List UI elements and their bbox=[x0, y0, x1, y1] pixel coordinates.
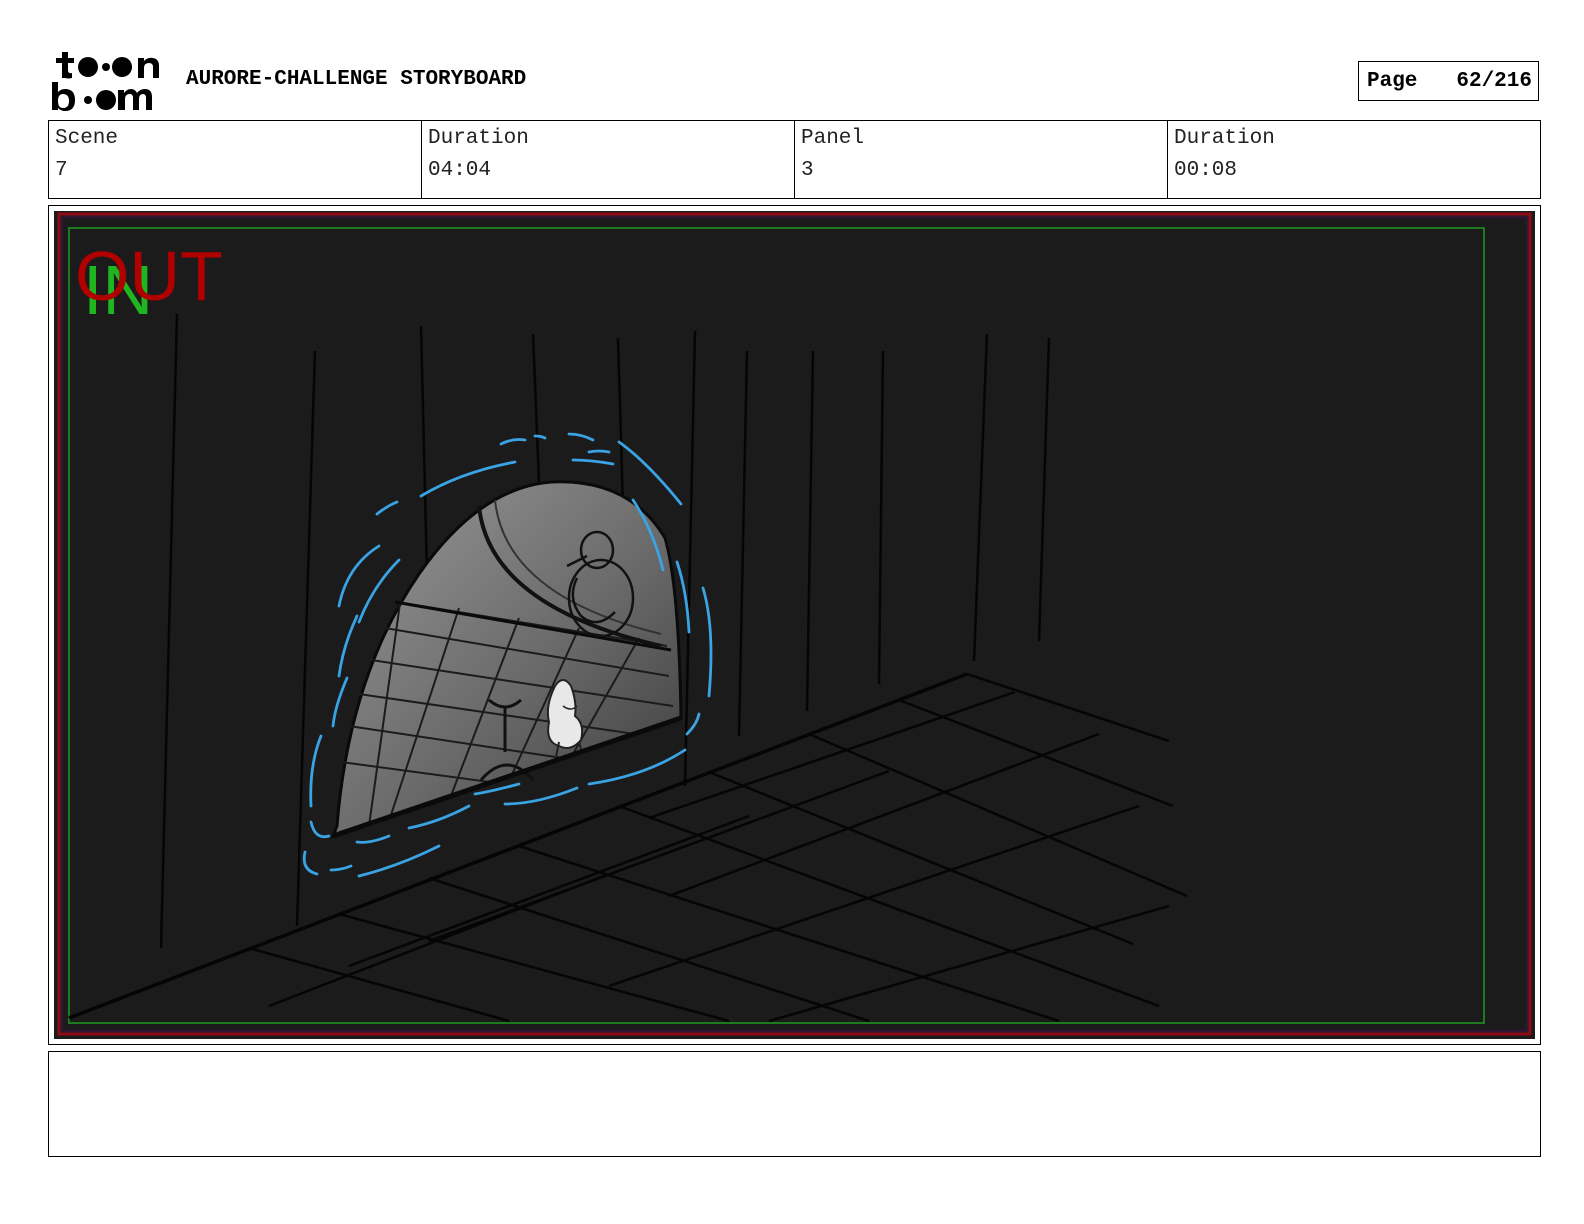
panel-value: 3 bbox=[801, 159, 814, 182]
page-indicator: Page 62/216 bbox=[1358, 61, 1539, 101]
page-number: 62/216 bbox=[1456, 69, 1532, 93]
panel-drawing: IN OUT bbox=[54, 211, 1535, 1039]
panel-duration-label: Duration bbox=[1174, 127, 1275, 150]
storyboard-panel: IN OUT bbox=[48, 205, 1541, 1045]
panel-duration-value: 00:08 bbox=[1174, 159, 1238, 182]
panel-cell: Panel 3 bbox=[795, 121, 1168, 198]
scene-duration-cell: Duration 04:04 bbox=[422, 121, 795, 198]
page-label: Page bbox=[1367, 69, 1418, 93]
scene-label: Scene bbox=[55, 127, 119, 150]
panel-background bbox=[54, 211, 1535, 1039]
panel-notes[interactable] bbox=[48, 1051, 1541, 1157]
storyboard-title: AURORE-CHALLENGE STORYBOARD bbox=[186, 68, 527, 91]
scene-value: 7 bbox=[55, 159, 68, 182]
scene-duration-value: 04:04 bbox=[428, 159, 492, 182]
scene-cell: Scene 7 bbox=[49, 121, 422, 198]
toon-boom-logo bbox=[52, 52, 159, 111]
scene-info-table: Scene 7 Duration 04:04 Panel 3 Duration … bbox=[48, 120, 1541, 199]
scene-duration-label: Duration bbox=[428, 127, 529, 150]
out-marker: OUT bbox=[75, 237, 223, 315]
panel-duration-cell: Duration 00:08 bbox=[1168, 121, 1540, 198]
panel-label: Panel bbox=[801, 127, 865, 150]
